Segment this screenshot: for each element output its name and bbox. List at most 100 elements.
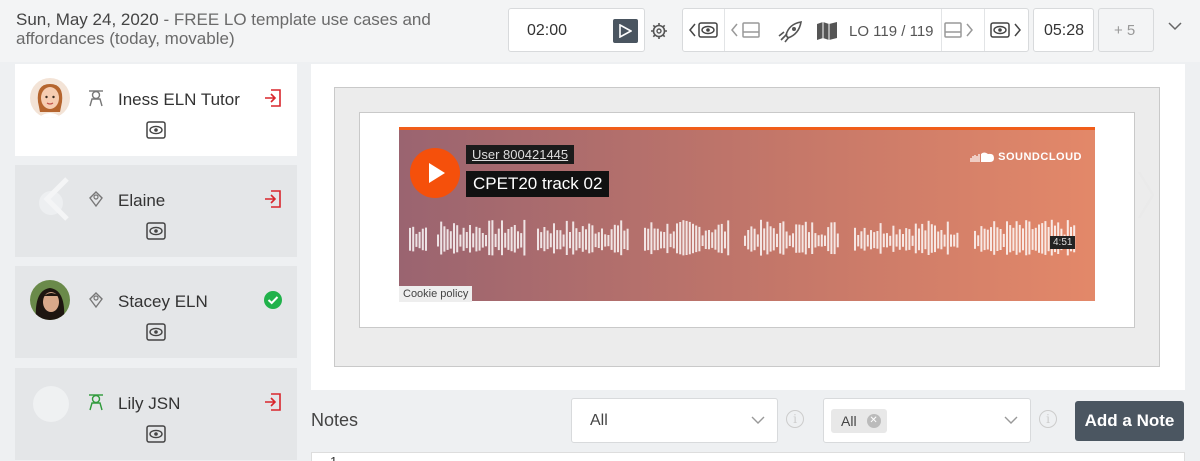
waveform-bar — [1038, 224, 1040, 253]
embed-inner-frame: User 800421445 CPET20 track 02 SOUNDCLOU… — [359, 112, 1135, 328]
waveform-bar — [469, 225, 471, 253]
waveform-bar — [993, 221, 996, 255]
waveform-bar — [610, 229, 613, 250]
waveform-bar — [934, 225, 936, 253]
more-count: + 5 — [1114, 22, 1136, 39]
waveform-bar — [669, 233, 672, 248]
notes-tag-select[interactable]: All ✕ — [823, 398, 1031, 443]
view-screen-icon[interactable] — [146, 425, 166, 443]
add-note-button[interactable]: Add a Note — [1075, 401, 1184, 441]
chevron-right-icon[interactable] — [1137, 170, 1155, 220]
tutor-icon — [89, 394, 103, 411]
student-card[interactable]: Iness ELN Tutor — [15, 64, 297, 156]
gear-icon[interactable] — [650, 22, 668, 40]
info-icon[interactable]: i — [1039, 410, 1057, 428]
waveform-bar — [692, 223, 694, 254]
track-user-link[interactable]: User 800421445 — [466, 145, 575, 164]
waveform-bar — [578, 232, 581, 249]
logout-icon[interactable] — [263, 392, 283, 412]
rocket-icon[interactable] — [775, 20, 805, 44]
waveform-bar — [898, 229, 901, 250]
waveform[interactable] — [409, 218, 1084, 266]
soundcloud-player[interactable]: User 800421445 CPET20 track 02 SOUNDCLOU… — [399, 127, 1095, 302]
waveform-bar — [559, 230, 562, 250]
logout-icon[interactable] — [263, 88, 283, 108]
waveform-bar — [889, 235, 892, 246]
waveform-bar — [459, 234, 462, 247]
next-view-icon[interactable] — [989, 20, 1023, 40]
waveform-bar — [701, 235, 704, 246]
waveform-bar — [517, 231, 519, 249]
waveform-bar — [946, 221, 949, 255]
waveform-bar — [940, 230, 943, 250]
logout-icon[interactable] — [263, 189, 283, 209]
track-title[interactable]: CPET20 track 02 — [466, 171, 610, 197]
student-card[interactable]: Elaine — [15, 165, 297, 257]
waveform-bar — [785, 231, 788, 249]
timer-play-button[interactable] — [613, 19, 638, 43]
waveform-bar — [811, 222, 814, 254]
waveform-bar — [836, 233, 839, 248]
cookie-policy-link[interactable]: Cookie policy — [399, 286, 473, 302]
soundcloud-logo[interactable]: SOUNDCLOUD — [969, 151, 1082, 163]
waveform-bar — [724, 231, 726, 249]
notes-filter-select[interactable]: All — [571, 398, 778, 443]
view-screen-icon[interactable] — [146, 121, 166, 139]
waveform-bar — [497, 228, 500, 251]
waveform-bar — [613, 224, 616, 253]
prev-lo-icon[interactable] — [731, 20, 765, 40]
waveform-bar — [481, 233, 484, 248]
map-icon[interactable] — [815, 20, 841, 42]
waveform-bar — [1034, 227, 1037, 251]
learner-icon — [89, 292, 103, 309]
player-play-button[interactable] — [410, 148, 460, 198]
waveform-bar — [644, 227, 646, 251]
next-lo-icon[interactable] — [943, 20, 977, 40]
waveform-bar — [717, 224, 720, 253]
waveform-bar — [918, 228, 920, 251]
waveform-bar — [769, 226, 772, 252]
waveform-bar — [562, 234, 565, 247]
chevron-down-icon[interactable] — [1168, 22, 1182, 31]
waveform-bar — [892, 225, 895, 252]
waveform-bar — [1018, 224, 1021, 253]
editor-line-number: 1 — [330, 454, 337, 461]
waveform-bar — [679, 222, 682, 255]
waveform-bar — [409, 227, 411, 251]
waveform-bar — [695, 225, 698, 253]
chevron-left-icon[interactable] — [33, 175, 73, 223]
waveform-bar — [1002, 233, 1005, 247]
view-screen-icon[interactable] — [146, 323, 166, 341]
more-button[interactable]: + 5 — [1098, 8, 1154, 52]
waveform-bar — [879, 223, 882, 254]
waveform-bar — [672, 231, 675, 249]
info-icon[interactable]: i — [786, 410, 804, 428]
waveform-bar — [556, 230, 559, 250]
timer-box: 02:00 — [508, 8, 645, 52]
remove-chip-icon[interactable]: ✕ — [866, 414, 881, 428]
student-card[interactable]: Lily JSN — [15, 368, 297, 460]
waveform-bar — [986, 229, 989, 250]
waveform-bar — [854, 227, 856, 251]
waveform-bar — [950, 234, 952, 247]
waveform-bar — [714, 229, 717, 250]
waveform-bar — [620, 220, 623, 256]
waveform-bar — [478, 227, 481, 251]
waveform-bar — [462, 227, 465, 251]
waveform-bar — [572, 221, 575, 255]
view-screen-icon[interactable] — [146, 222, 166, 240]
avatar — [30, 78, 70, 118]
waveform-bar — [827, 227, 830, 252]
waveform-bar — [449, 231, 452, 249]
waveform-bar — [921, 223, 924, 254]
waveform-bar — [956, 232, 959, 248]
waveform-bar — [485, 235, 487, 247]
waveform-bar — [1041, 223, 1044, 254]
waveform-bar — [501, 220, 503, 256]
waveform-bar — [990, 227, 992, 252]
note-editor[interactable]: 1 — [311, 452, 1185, 461]
waveform-bar — [795, 224, 798, 253]
prev-view-icon[interactable] — [689, 20, 721, 40]
waveform-bar — [999, 229, 1002, 250]
student-card[interactable]: Stacey ELN — [15, 266, 297, 358]
